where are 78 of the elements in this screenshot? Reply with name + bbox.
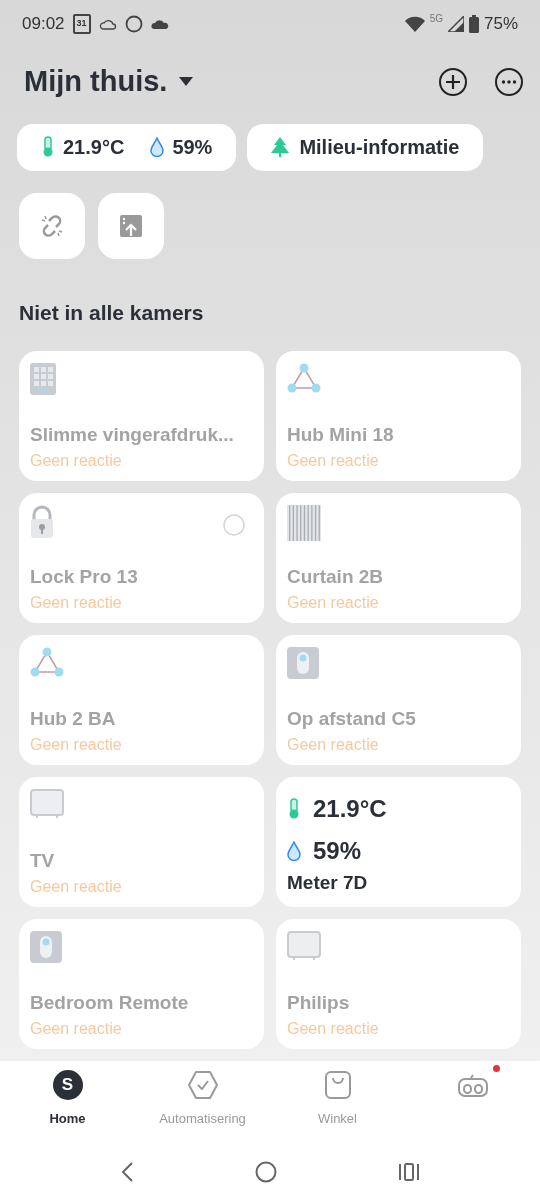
device-name: TV	[30, 848, 56, 873]
device-status: Geen reactie	[30, 593, 123, 613]
device-card[interactable]: Bedroom Remote Geen reactie	[19, 919, 264, 1049]
recent-apps-icon[interactable]	[397, 1161, 420, 1182]
device-status: Geen reactie	[30, 451, 123, 471]
remote-icon	[30, 931, 62, 963]
device-status: Geen reactie	[287, 593, 380, 613]
padlock-icon	[30, 505, 54, 539]
device-status: Geen reactie	[287, 451, 380, 471]
device-name: Philips	[287, 990, 351, 1015]
device-name: Meter 7D	[287, 871, 369, 895]
hub-icon	[287, 363, 321, 393]
tv-icon	[30, 789, 64, 819]
more-options-icon[interactable]	[494, 66, 524, 97]
add-icon[interactable]	[438, 66, 468, 97]
device-card[interactable]: TV Geen reactie	[19, 777, 264, 907]
device-card[interactable]: Lock Pro 13 Geen reactie	[19, 493, 264, 623]
device-name: Slimme vingerafdruk...	[30, 422, 235, 447]
device-name: Hub 2 BA	[30, 706, 117, 731]
device-name: Bedroom Remote	[30, 990, 190, 1015]
climate-chip[interactable]: 21.9°C 59%	[17, 123, 237, 171]
thermometer-icon	[287, 798, 301, 820]
battery-percentage: 75%	[483, 13, 518, 36]
humidity-reading: 59%	[172, 135, 213, 160]
broken-link-icon	[39, 212, 65, 239]
device-card[interactable]: Hub 2 BA Geen reactie	[19, 635, 264, 765]
nav-tab[interactable]: Automatisering	[135, 1069, 270, 1129]
device-name: Lock Pro 13	[30, 564, 139, 589]
thermometer-icon	[41, 136, 55, 158]
checkmark-hexagon-icon	[186, 1070, 219, 1100]
humidity-reading: 59%	[313, 836, 362, 866]
section-title: Niet in alle kamers	[18, 299, 205, 326]
water-drop-icon	[150, 137, 165, 157]
tv-icon	[287, 931, 321, 961]
network-type: 5G	[429, 12, 443, 27]
device-status: Geen reactie	[30, 877, 123, 897]
remote-icon	[287, 647, 319, 679]
temperature-reading: 21.9°C	[63, 135, 125, 160]
robot-icon	[456, 1073, 489, 1097]
device-status: Geen reactie	[30, 735, 123, 755]
cloud-icon	[150, 18, 169, 30]
unlink-button[interactable]	[19, 192, 85, 259]
upload-image-button[interactable]	[98, 192, 164, 259]
back-icon[interactable]	[120, 1160, 135, 1183]
dropdown-caret-icon	[179, 76, 194, 87]
image-upload-icon	[119, 213, 143, 238]
device-card[interactable]: Hub Mini 18 Geen reactie	[276, 351, 521, 481]
wifi-icon	[404, 16, 425, 32]
clock-time: 09:02	[22, 13, 65, 36]
device-card[interactable]: Curtain 2B Geen reactie	[276, 493, 521, 623]
hub-icon	[30, 647, 64, 677]
environment-info-button[interactable]: Milieu-informatie	[247, 123, 484, 171]
nav-tab[interactable]: S Home	[0, 1069, 135, 1129]
curtain-icon	[287, 505, 321, 541]
device-card[interactable]: Slimme vingerafdruk... Geen reactie	[19, 351, 264, 481]
device-name: Curtain 2B	[287, 564, 385, 589]
device-card[interactable]: Op afstand C5 Geen reactie	[276, 635, 521, 765]
keypad-icon	[30, 363, 56, 395]
water-drop-icon	[287, 841, 301, 861]
signal-icon	[447, 16, 464, 32]
circle-icon	[124, 15, 143, 33]
device-name: Op afstand C5	[287, 706, 417, 731]
home-circle-icon[interactable]	[255, 1160, 277, 1183]
nav-tab[interactable]: Winkel	[270, 1069, 405, 1129]
calendar-icon: 31	[72, 14, 91, 34]
device-name: Hub Mini 18	[287, 422, 395, 447]
device-card[interactable]: 21.9°C 59% Meter 7D	[276, 777, 521, 907]
home-icon: S	[52, 1070, 83, 1100]
battery-icon	[468, 15, 479, 33]
device-card[interactable]: Philips Geen reactie	[276, 919, 521, 1049]
temperature-reading: 21.9°C	[313, 794, 387, 824]
device-status: Geen reactie	[287, 1019, 380, 1039]
home-selector[interactable]: Mijn thuis.	[24, 60, 194, 104]
device-status: Geen reactie	[287, 735, 380, 755]
tree-icon	[271, 137, 290, 157]
device-status: Geen reactie	[30, 1019, 123, 1039]
circle-toggle-icon[interactable]	[222, 513, 246, 537]
shopping-bag-icon	[323, 1070, 352, 1100]
